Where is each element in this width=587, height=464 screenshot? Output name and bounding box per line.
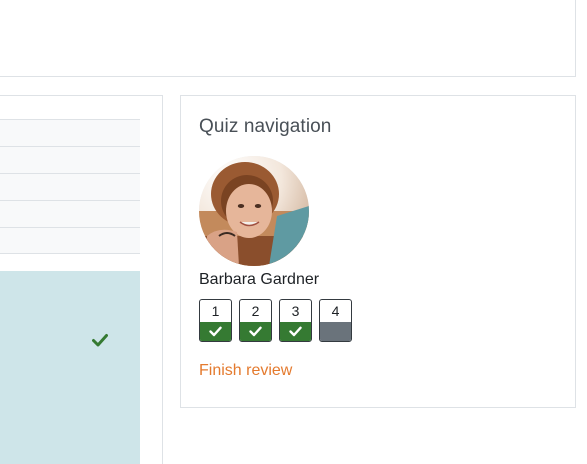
- question-info-panel: [0, 271, 140, 464]
- question-button-3[interactable]: 3: [279, 299, 312, 342]
- finish-review-link[interactable]: Finish review: [199, 362, 292, 380]
- question-number: 3: [291, 303, 300, 319]
- question-button-list: 1 2 3 4: [199, 299, 352, 342]
- summary-row: [0, 200, 140, 227]
- check-icon: [289, 326, 302, 337]
- question-number: 2: [251, 303, 260, 319]
- summary-table: [0, 119, 140, 254]
- summary-row: [0, 146, 140, 173]
- check-icon: [92, 334, 108, 347]
- check-icon: [209, 326, 222, 337]
- correct-indicator: [280, 322, 311, 341]
- info-indicator: [320, 322, 351, 341]
- question-button-1[interactable]: 1: [199, 299, 232, 342]
- summary-row: [0, 119, 140, 146]
- user-photo: [199, 156, 309, 266]
- question-number: 1: [211, 303, 220, 319]
- correct-indicator: [200, 322, 231, 341]
- correct-indicator: [240, 322, 271, 341]
- header-card: [0, 0, 576, 77]
- question-button-4[interactable]: 4: [319, 299, 352, 342]
- question-button-2[interactable]: 2: [239, 299, 272, 342]
- avatar: [199, 156, 309, 266]
- block-title: Quiz navigation: [199, 116, 332, 137]
- question-number: 4: [331, 303, 340, 319]
- user-name: Barbara Gardner: [199, 271, 320, 288]
- quiz-navigation-block: Quiz navigation Barbara Gardner 1 2 3 4 …: [180, 95, 576, 408]
- summary-row: [0, 173, 140, 200]
- summary-row: [0, 227, 140, 254]
- check-icon: [249, 326, 262, 337]
